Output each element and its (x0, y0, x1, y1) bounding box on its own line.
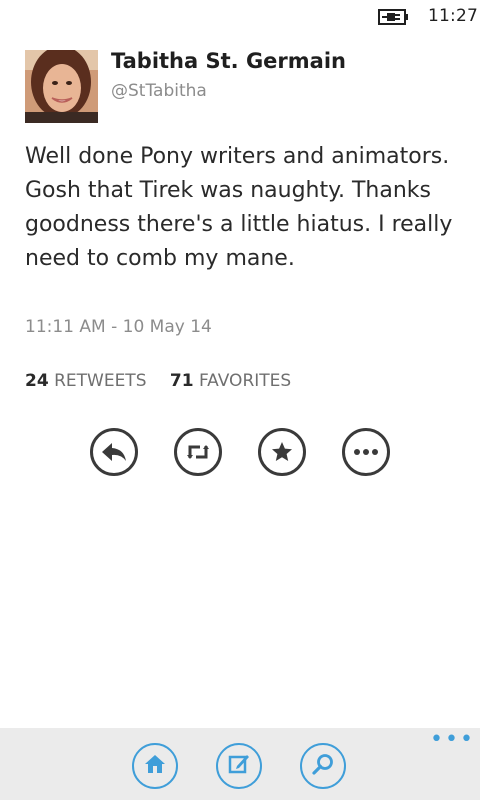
search-icon (311, 752, 335, 780)
tweet-stats: 24 RETWEETS 71 FAVORITES (25, 371, 309, 391)
status-time: 11:27 (428, 6, 478, 26)
reply-icon (100, 440, 128, 464)
app-bar-more-icon[interactable]: ••• (430, 729, 475, 751)
compose-button[interactable] (216, 743, 262, 789)
tweet-actions (90, 428, 390, 476)
app-bar: ••• (0, 728, 480, 800)
reply-button[interactable] (90, 428, 138, 476)
user-handle[interactable]: @StTabitha (111, 81, 207, 101)
favorites-stat[interactable]: 71 FAVORITES (170, 371, 291, 391)
star-icon (270, 440, 294, 464)
tweet-detail-screen: 11:27 Tabitha St. Germain @StTabitha Wel… (0, 0, 480, 800)
more-icon (353, 448, 379, 456)
battery-charging-icon (378, 8, 414, 26)
more-actions-button[interactable] (342, 428, 390, 476)
compose-icon (227, 752, 251, 780)
home-icon (143, 753, 167, 779)
tweet-text: Well done Pony writers and animators. Go… (25, 144, 453, 271)
retweet-button[interactable] (174, 428, 222, 476)
search-button[interactable] (300, 743, 346, 789)
display-name[interactable]: Tabitha St. Germain (111, 49, 346, 73)
retweets-label: RETWEETS (54, 371, 147, 391)
status-bar: 11:27 (0, 0, 480, 32)
retweets-count: 24 (25, 371, 49, 391)
tweet-timestamp: 11:11 AM - 10 May 14 (25, 317, 212, 337)
favorites-label: FAVORITES (198, 371, 292, 391)
retweets-stat[interactable]: 24 RETWEETS (25, 371, 146, 391)
favorite-button[interactable] (258, 428, 306, 476)
avatar[interactable] (25, 50, 98, 123)
favorites-count: 71 (169, 371, 194, 391)
retweet-icon (185, 440, 211, 464)
home-button[interactable] (132, 743, 178, 789)
